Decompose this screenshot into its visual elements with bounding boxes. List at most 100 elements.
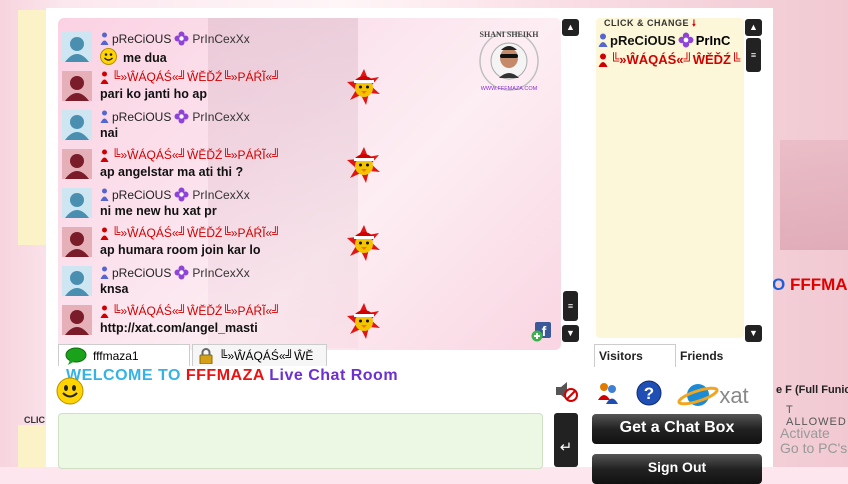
chat-message: ╚»ŴÁQÁŚ«╝ŴĔĎŹ╚»PÁŔĨ«╝ http://xat.com/ange… [62,303,492,337]
message-user-line[interactable]: pReCiOUS PrInCexXx [100,265,250,280]
background-panel-left-bottom [18,425,46,467]
message-username: pReCiOUS [112,187,172,202]
purple-flower-icon [174,265,189,280]
message-user-line[interactable]: ╚»ŴÁQÁŚ«╝ŴĔĎŹ╚»PÁŔĨ«╝ [100,304,281,318]
red-person-icon [100,149,109,162]
user-avatar[interactable] [62,32,92,62]
lock-icon [199,347,213,364]
svg-text:?: ? [644,384,654,403]
userlist-scroll-up-button[interactable]: ▲ [745,19,762,36]
speech-bubble-icon [65,347,87,365]
tab-friends[interactable]: Friends [676,344,756,367]
userlist-item[interactable]: ╚»ŴÁQÁŚ«╝ŴĔĎŹ╚ [598,52,740,67]
users-group-icon[interactable] [596,380,620,406]
blue-person-icon [100,266,109,279]
message-user-line[interactable]: ╚»ŴÁQÁŚ«╝ŴĔĎŹ╚»PÁŔĨ«╝ [100,148,281,162]
xat-chat-box: SHANI SHEIKH WWW.FFFMAZA.COM pReCiOUS PrI… [46,8,773,484]
purple-flower-icon [174,187,189,202]
user-list: CLICK & CHANGE 🠗 pReCiOUS PrInC ╚»ŴÁQÁŚ«╝Ŵ… [596,18,744,338]
smiley-picker-icon[interactable] [56,377,84,405]
chat-message: pReCiOUS PrInCexXx ni me new hu xat pr [62,186,492,220]
message-user-line[interactable]: pReCiOUS PrInCexXx [100,109,250,124]
blue-person-icon [100,32,109,45]
chat-message-area: SHANI SHEIKH WWW.FFFMAZA.COM pReCiOUS PrI… [58,18,561,350]
chat-scroll-down-button[interactable]: ▼ [562,325,579,342]
tab-private-chat[interactable]: ╚»ŴÁQÁŚ«╝ŴĔ [192,344,327,366]
santa-penguin-icon [344,67,384,107]
blue-person-icon [100,110,109,123]
red-person-icon [598,53,608,67]
chat-tabs: fffmaza1 ╚»ŴÁQÁŚ«╝ŴĔ [58,344,561,368]
message-input[interactable] [58,413,543,469]
user-avatar[interactable] [62,305,92,335]
message-user-line[interactable]: pReCiOUS PrInCexXx [100,31,250,46]
chat-message: pReCiOUS PrInCexXx me dua [62,30,492,65]
message-text: knsa [100,282,129,296]
message-user-line[interactable]: pReCiOUS PrInCexXx [100,187,250,202]
user-avatar[interactable] [62,149,92,179]
background-click-text: CLIC [24,415,45,425]
santa-penguin-icon [344,223,384,263]
message-user-line[interactable]: ╚»ŴÁQÁŚ«╝ŴĔĎŹ╚»PÁŔĨ«╝ [100,70,281,84]
tab-main-chat[interactable]: fffmaza1 [58,344,190,366]
xat-logo[interactable]: xat [676,379,766,411]
sign-out-button[interactable]: Sign Out [592,454,762,484]
message-username: pReCiOUS [112,109,172,124]
message-text: ni me new hu xat pr [100,204,217,218]
purple-flower-icon [678,32,694,48]
message-username: ╚»ŴÁQÁŚ«╝ŴĔĎŹ╚»PÁŔĨ«╝ [112,148,281,162]
chat-message: pReCiOUS PrInCexXx knsa [62,264,492,298]
help-icon[interactable]: ? [636,380,662,406]
blue-person-icon [598,33,608,47]
message-username: ╚»ŴÁQÁŚ«╝ŴĔĎŹ╚»PÁŔĨ«╝ [112,304,281,318]
red-person-icon [100,227,109,240]
user-avatar[interactable] [62,71,92,101]
message-text: nai [100,126,119,140]
tab-visitors[interactable]: Visitors [594,344,676,367]
message-username: pReCiOUS [112,265,172,280]
tab-main-label: fffmaza1 [93,348,139,363]
chat-message: ╚»ŴÁQÁŚ«╝ŴĔĎŹ╚»PÁŔĨ«╝ ap humara room join… [62,225,492,259]
blue-person-icon [100,188,109,201]
message-user-line[interactable]: ╚»ŴÁQÁŚ«╝ŴĔĎŹ╚»PÁŔĨ«╝ [100,226,281,240]
red-person-icon [100,305,109,318]
get-chat-box-button[interactable]: Get a Chat Box [592,414,762,444]
userlist-tag: PrInC [695,32,731,48]
message-username: ╚»ŴÁQÁŚ«╝ŴĔĎŹ╚»PÁŔĨ«╝ [112,226,281,240]
userlist-name: ╚»ŴÁQÁŚ«╝ŴĔĎŹ╚ [610,52,741,67]
santa-penguin-icon [344,301,384,341]
user-avatar[interactable] [62,110,92,140]
tab-private-label: ╚»ŴÁQÁŚ«╝ŴĔ [219,348,314,363]
chat-message: pReCiOUS PrInCexXx nai [62,108,492,142]
background-brand-text: O FFFMA [772,275,848,294]
message-username: pReCiOUS [112,31,172,46]
chat-scroll-thumb[interactable]: ≡ [563,291,578,321]
message-text[interactable]: http://xat.com/angel_masti [100,321,258,335]
message-username: ╚»ŴÁQÁŚ«╝ŴĔĎŹ╚»PÁŔĨ«╝ [112,70,281,84]
message-link[interactable]: http://xat.com/angel_masti [100,321,258,335]
message-user-tag: PrInCexXx [192,187,250,202]
message-text: pari ko janti ho ap [100,87,207,101]
user-avatar[interactable] [62,227,92,257]
user-avatar[interactable] [62,188,92,218]
red-person-icon [100,71,109,84]
background-tower-image [780,140,848,250]
send-button[interactable]: ↵ [554,413,578,467]
welcome-banner: WELCOME TO FFFMAZA Live Chat Room [66,367,399,384]
userlist-name: pReCiOUS [610,32,676,48]
user-list-header: CLICK & CHANGE 🠗 [604,18,697,28]
sidebar-tabs: Visitors Friends [594,344,759,368]
message-text: ap humara room join kar lo [100,243,261,257]
facebook-plus-icon[interactable]: f [531,320,553,342]
background-partial-text: e F (Full Funic [776,384,848,396]
userlist-scroll-thumb[interactable]: ≡ [746,38,761,72]
message-text: ap angelstar ma ati thi ? [100,165,244,179]
user-avatar[interactable] [62,266,92,296]
sound-mute-icon[interactable] [552,378,578,404]
userlist-item[interactable]: pReCiOUS PrInC [598,32,730,48]
message-user-tag: PrInCexXx [192,31,250,46]
message-user-tag: PrInCexXx [192,265,250,280]
chat-scroll-up-button[interactable]: ▲ [562,19,579,36]
message-user-tag: PrInCexXx [192,109,250,124]
userlist-scroll-down-button[interactable]: ▼ [745,325,762,342]
